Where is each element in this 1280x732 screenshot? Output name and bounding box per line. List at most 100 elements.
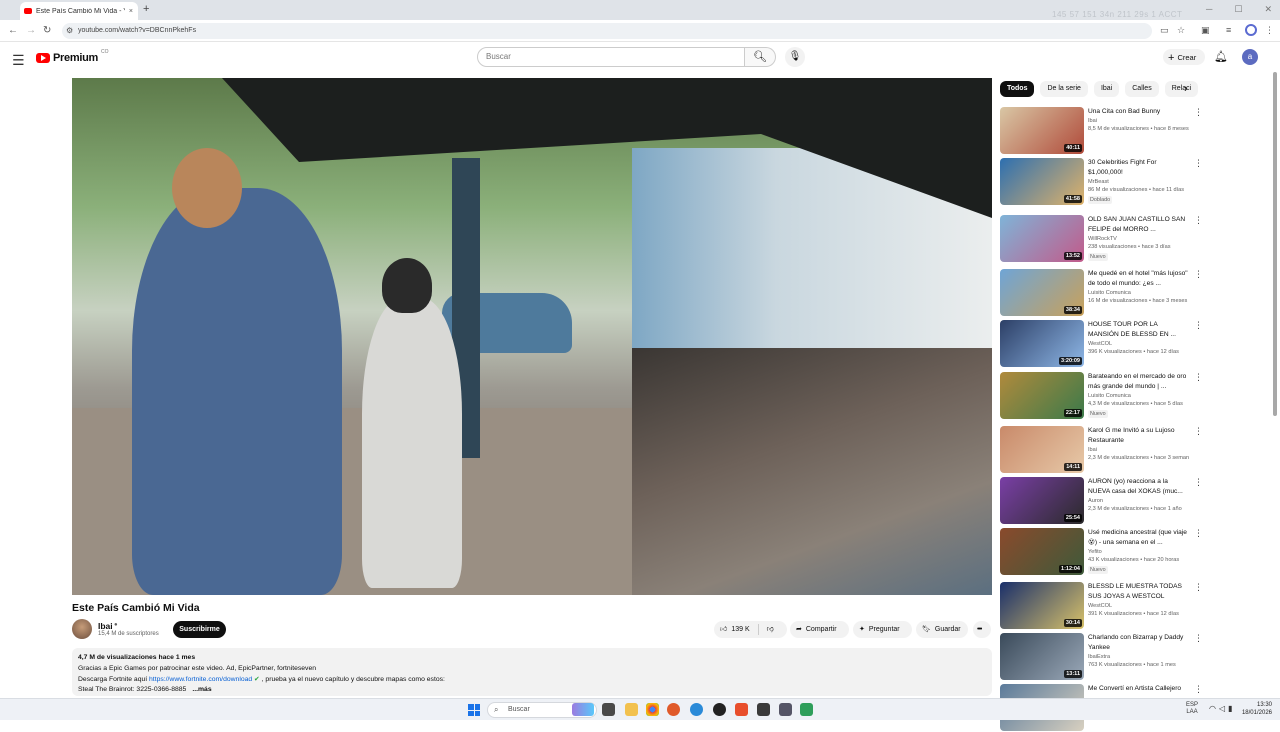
recommendation-title[interactable]: Charlando con Bizarrap y Daddy Yankee — [1088, 633, 1188, 653]
app-icon[interactable] — [779, 703, 792, 716]
app-icon[interactable] — [757, 703, 770, 716]
recommendation-card[interactable]: 1:12:04 Usé medicina ancestral (que viaje… — [1000, 528, 1203, 576]
more-options-icon[interactable]: ⋮ — [1194, 529, 1203, 538]
maximize-icon[interactable]: ☐ — [1234, 4, 1242, 15]
reload-icon[interactable]: ↻ — [43, 25, 51, 36]
recommendation-card[interactable]: 14:11 Karol G me Invitó a su Lujoso Resta… — [1000, 426, 1203, 474]
cast-icon[interactable]: ▭ — [1160, 25, 1169, 36]
recommendation-title[interactable]: BLESSD LE MUESTRA TODAS SUS JOYAS A WEST… — [1088, 582, 1188, 602]
recommendation-channel[interactable]: WestCOL — [1088, 341, 1112, 347]
system-tray[interactable]: ◠◁▮ — [1209, 704, 1236, 713]
like-count[interactable]: 139 K — [731, 621, 749, 638]
task-view-icon[interactable] — [602, 703, 615, 716]
search-input[interactable]: Buscar — [477, 47, 745, 67]
share-button[interactable]: ➦ Compartir — [790, 621, 849, 638]
battery-icon[interactable]: ▮ — [1228, 704, 1235, 713]
recommendation-channel[interactable]: WillRockTV — [1088, 236, 1117, 242]
chip-todos[interactable]: Todos — [1000, 81, 1035, 97]
create-button[interactable]: + Crear — [1163, 49, 1205, 65]
recommendation-card[interactable]: 25:54 AURON (yo) reacciona a la NUEVA cas… — [1000, 477, 1203, 525]
browser-menu-icon[interactable]: ⋮ — [1265, 25, 1274, 36]
recommendation-channel[interactable]: Yefito — [1088, 549, 1102, 555]
more-options-icon[interactable]: ⋮ — [1194, 685, 1203, 694]
recommendation-title[interactable]: Una Cita con Bad Bunny — [1088, 107, 1188, 117]
minimize-icon[interactable]: ─ — [1206, 4, 1212, 15]
save-button[interactable]: 🔖︎ Guardar — [916, 621, 968, 638]
recommendation-title[interactable]: Me Convertí en Artista Callejero — [1088, 684, 1188, 694]
video-thumbnail[interactable]: 25:54 — [1000, 477, 1084, 524]
channel-name[interactable]: Ibai — [98, 621, 113, 631]
chip-de-la-serie[interactable]: De la serie — [1040, 81, 1088, 97]
extensions-icon[interactable]: ▣ — [1201, 25, 1210, 36]
recommendation-card[interactable]: 3:20:09 HOUSE TOUR POR LA MANSIÓN DE BLES… — [1000, 320, 1203, 368]
voice-search-button[interactable]: 🎙︎ — [785, 47, 805, 67]
windows-start-icon[interactable] — [468, 704, 480, 716]
recommendation-card[interactable]: 30:14 BLESSD LE MUESTRA TODAS SUS JOYAS A… — [1000, 582, 1203, 630]
taskbar-clock[interactable]: 13:30 18/01/2026 — [1236, 701, 1272, 717]
volume-icon[interactable]: ◁ — [1219, 704, 1228, 713]
browser-profile-icon[interactable] — [1245, 24, 1257, 36]
recommendation-card[interactable]: 13:52 OLD SAN JUAN CASTILLO SAN FELIPE de… — [1000, 215, 1203, 263]
recommendation-title[interactable]: Me quedé en el hotel "más lujoso" de tod… — [1088, 269, 1188, 289]
channel-avatar[interactable] — [72, 619, 92, 639]
recommendation-card[interactable]: 41:58 30 Celebrities Fight For $1,000,000… — [1000, 158, 1203, 206]
new-tab-button[interactable]: + — [143, 3, 149, 15]
browser-app-icon[interactable] — [667, 703, 680, 716]
chip-relacionados[interactable]: Relaci — [1164, 81, 1199, 97]
video-thumbnail[interactable]: 41:58 — [1000, 158, 1084, 205]
media-icon[interactable]: ≡ — [1226, 25, 1231, 35]
more-options-icon[interactable]: ⋮ — [1194, 478, 1203, 487]
more-options-icon[interactable]: ⋮ — [1194, 159, 1203, 168]
recommendation-title[interactable]: Usé medicina ancestral (que viaje 😵) - u… — [1088, 528, 1188, 548]
video-thumbnail[interactable]: 13:52 — [1000, 215, 1084, 262]
recommendation-card[interactable]: 38:34 Me quedé en el hotel "más lujoso" d… — [1000, 269, 1203, 317]
app-icon[interactable] — [800, 703, 813, 716]
description-box[interactable]: 4,7 M de visualizaciones hace 1 mes Grac… — [72, 648, 992, 696]
guide-menu-icon[interactable]: ☰ — [12, 52, 25, 69]
back-icon[interactable]: ← — [8, 25, 18, 36]
chevron-right-icon[interactable]: › — [1184, 83, 1188, 95]
recommendation-channel[interactable]: MrBeast — [1088, 179, 1109, 185]
recommendation-card[interactable]: 40:11 Una Cita con Bad Bunny Ibai 8,5 M de … — [1000, 107, 1203, 155]
file-explorer-icon[interactable] — [625, 703, 638, 716]
more-options-icon[interactable]: ⋮ — [1194, 108, 1203, 117]
recommendation-title[interactable]: Karol G me Invitó a su Lujoso Restaurant… — [1088, 426, 1188, 446]
recommendation-title[interactable]: OLD SAN JUAN CASTILLO SAN FELIPE del MOR… — [1088, 215, 1188, 235]
wifi-icon[interactable]: ◠ — [1209, 704, 1219, 713]
chip-calles[interactable]: Calles — [1125, 81, 1159, 97]
recommendation-title[interactable]: Barateando en el mercado de oro más gran… — [1088, 372, 1188, 392]
app-icon[interactable] — [690, 703, 703, 716]
video-player[interactable] — [72, 78, 992, 595]
brave-icon[interactable] — [735, 703, 748, 716]
notifications-bell-icon[interactable]: 🔔︎ — [1214, 50, 1228, 63]
tab-close-icon[interactable]: × — [129, 8, 133, 15]
dislike-icon[interactable]: 👎︎ — [767, 621, 774, 638]
video-thumbnail[interactable]: 38:34 — [1000, 269, 1084, 316]
app-icon[interactable] — [713, 703, 726, 716]
page-scrollbar[interactable] — [1273, 72, 1277, 416]
site-info-icon[interactable]: ⚙ — [66, 23, 73, 39]
recommendation-channel[interactable]: WestCOL — [1088, 603, 1112, 609]
fortnite-link[interactable]: https://www.fortnite.com/download — [149, 676, 252, 683]
search-button[interactable]: 🔍︎ — [745, 47, 776, 67]
forward-icon[interactable]: → — [26, 25, 36, 36]
chrome-icon[interactable] — [646, 703, 659, 716]
recommendation-channel[interactable]: Luisito Comunica — [1088, 290, 1131, 296]
recommendation-title[interactable]: HOUSE TOUR POR LA MANSIÓN DE BLESSD EN .… — [1088, 320, 1188, 340]
video-thumbnail[interactable]: 14:11 — [1000, 426, 1084, 473]
more-options-icon[interactable]: ⋮ — [1194, 270, 1203, 279]
video-thumbnail[interactable]: 3:20:09 — [1000, 320, 1084, 367]
recommendation-channel[interactable]: Luisito Comunica — [1088, 393, 1131, 399]
more-options-icon[interactable]: ⋮ — [1194, 373, 1203, 382]
more-options-icon[interactable]: ⋮ — [1194, 321, 1203, 330]
recommendation-card[interactable]: 13:11 Charlando con Bizarrap y Daddy Yank… — [1000, 633, 1203, 681]
recommendation-title[interactable]: 30 Celebrities Fight For $1,000,000! — [1088, 158, 1188, 178]
video-thumbnail[interactable]: 40:11 — [1000, 107, 1084, 154]
close-window-icon[interactable]: ✕ — [1264, 4, 1272, 15]
recommendation-card[interactable]: 22:17 Barateando en el mercado de oro más… — [1000, 372, 1203, 420]
show-more-link[interactable]: ...más — [192, 686, 211, 693]
like-icon[interactable]: 👍︎ — [720, 621, 727, 638]
widgets-icon[interactable] — [572, 703, 594, 716]
video-thumbnail[interactable]: 30:14 — [1000, 582, 1084, 629]
youtube-premium-logo[interactable]: Premium CO — [36, 49, 108, 64]
